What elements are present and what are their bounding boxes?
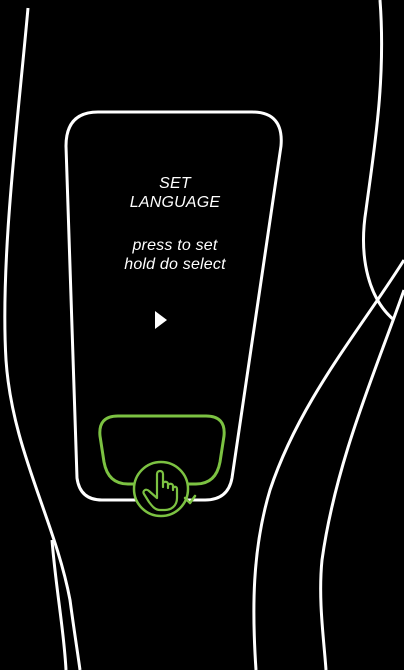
instruction-line-1: press to set xyxy=(132,237,218,254)
left-body-contour xyxy=(3,7,82,670)
right-middle-contour xyxy=(252,259,404,670)
right-inner-contour xyxy=(319,289,404,670)
instruction-line-2: hold do select xyxy=(124,256,226,273)
device-screen: SET LANGUAGE press to set hold do select xyxy=(0,0,404,670)
display-frame xyxy=(64,110,283,502)
title-line-2: LANGUAGE xyxy=(129,194,221,211)
device-outline xyxy=(3,0,404,670)
play-triangle-icon xyxy=(155,311,167,329)
title-line-1: SET xyxy=(159,175,191,192)
screen-title: SET LANGUAGE xyxy=(64,174,286,212)
press-hold-hand-icon[interactable] xyxy=(129,458,199,520)
right-outer-contour xyxy=(362,0,395,322)
screen-instructions: press to set hold do select xyxy=(64,236,286,274)
